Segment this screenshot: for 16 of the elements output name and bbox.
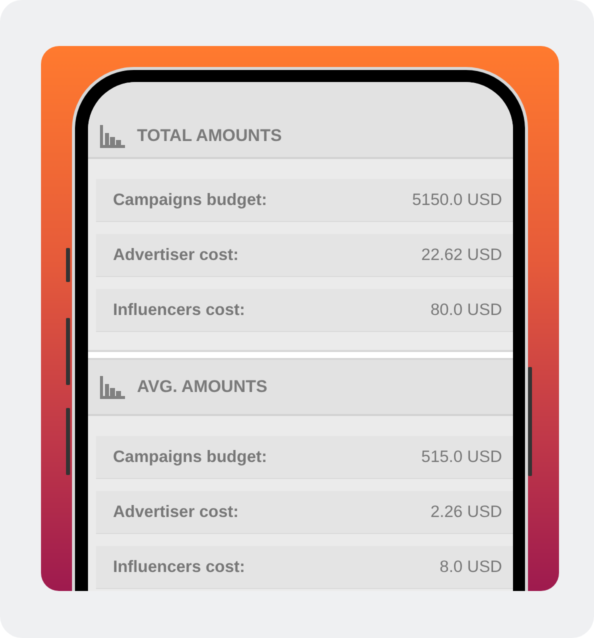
amount-value: 515.0 USD bbox=[421, 448, 502, 466]
amount-value: 2.26 USD bbox=[430, 502, 502, 522]
amount-value: 5150.0 USD bbox=[412, 190, 502, 210]
amount-label: Advertiser cost: bbox=[113, 246, 239, 264]
section-title: AVG. AMOUNTS bbox=[137, 377, 268, 397]
amount-label: Campaigns budget: bbox=[113, 448, 268, 466]
amount-value: 22.62 USD bbox=[421, 246, 502, 264]
amount-label: Influencers cost: bbox=[113, 558, 246, 576]
section-title: TOTAL AMOUNTS bbox=[137, 126, 282, 146]
amount-label: Campaigns budget: bbox=[113, 190, 268, 210]
bar-chart-icon bbox=[100, 124, 125, 148]
amount-label: Advertiser cost: bbox=[113, 502, 239, 522]
amount-value: 8.0 USD bbox=[440, 558, 502, 576]
amount-label: Influencers cost: bbox=[113, 300, 246, 320]
bar-chart-icon bbox=[100, 376, 125, 398]
amount-value: 80.0 USD bbox=[430, 300, 502, 320]
